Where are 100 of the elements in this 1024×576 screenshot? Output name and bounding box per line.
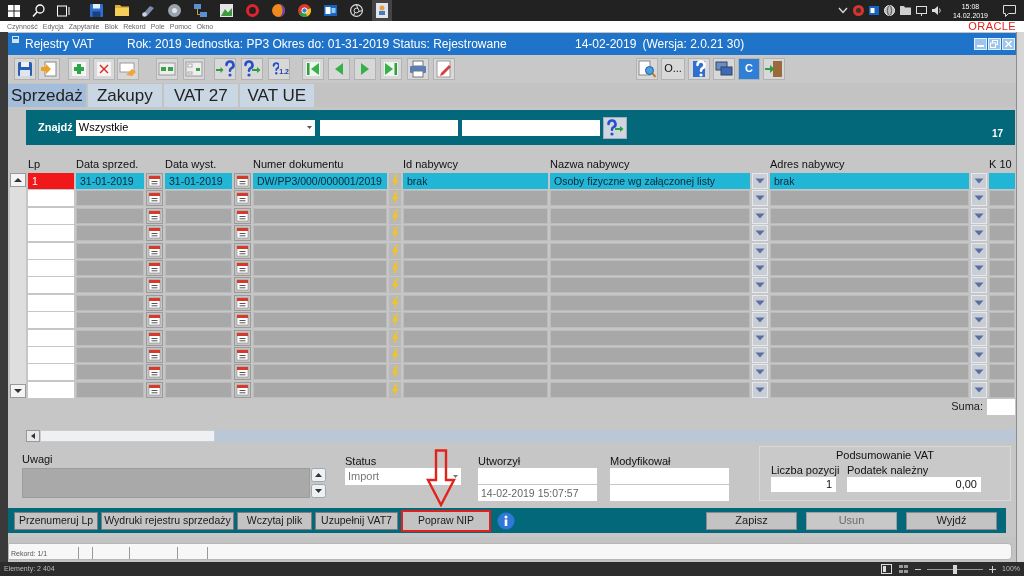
action-button[interactable]: Uzupełnij VAT7 [315, 511, 398, 530]
question-page-icon[interactable] [688, 58, 710, 80]
lightning-icon[interactable] [389, 329, 401, 346]
picture-icon[interactable] [219, 4, 233, 17]
search-icon[interactable] [32, 4, 45, 17]
issue-date-field[interactable] [165, 294, 232, 311]
calendar-icon[interactable] [234, 190, 251, 207]
document-number-field[interactable] [253, 381, 387, 398]
calendar-icon[interactable] [146, 207, 163, 224]
sale-date-field[interactable] [76, 329, 144, 346]
arrow-question-icon[interactable] [214, 58, 236, 80]
calendar-icon[interactable] [234, 207, 251, 224]
buyer-address-field[interactable] [770, 381, 969, 398]
lp-field[interactable] [28, 329, 74, 346]
buyer-name-field[interactable] [550, 225, 750, 242]
buyer-id-field[interactable] [403, 207, 548, 224]
folder-icon[interactable] [115, 5, 129, 16]
minimize-icon[interactable] [974, 38, 987, 50]
buyer-address-field[interactable] [770, 294, 969, 311]
lp-field[interactable] [28, 294, 74, 311]
buyer-address-field[interactable] [770, 312, 969, 329]
skip-back-icon[interactable] [302, 58, 324, 80]
tiles-view-icon[interactable] [898, 564, 910, 574]
lightning-icon[interactable] [389, 346, 401, 363]
document-number-field[interactable] [253, 190, 387, 207]
tab[interactable]: VAT UE [239, 84, 314, 107]
task-view-icon[interactable] [57, 4, 70, 17]
document-number-field[interactable] [253, 294, 387, 311]
action-button[interactable]: Przenumeruj Lp [14, 511, 98, 530]
buyer-id-field[interactable] [403, 312, 548, 329]
issue-date-field[interactable] [165, 277, 232, 294]
document-number-field[interactable] [253, 225, 387, 242]
brush-icon[interactable] [141, 4, 155, 17]
calendar-icon[interactable] [234, 242, 251, 259]
scroll-up-icon[interactable] [10, 173, 26, 187]
calendar-icon[interactable] [146, 294, 163, 311]
buyer-id-field[interactable] [403, 294, 548, 311]
k10-field[interactable] [989, 207, 1015, 224]
form-button[interactable]: Wyjdź [906, 511, 997, 530]
search-field[interactable] [319, 119, 458, 136]
lightning-icon[interactable] [389, 294, 401, 311]
lightning-icon[interactable] [389, 364, 401, 381]
calendar-icon[interactable] [234, 294, 251, 311]
issue-date-field[interactable] [165, 225, 232, 242]
tab[interactable]: VAT 27 [163, 84, 238, 107]
calendar-icon[interactable] [234, 259, 251, 276]
calendar-icon[interactable] [234, 329, 251, 346]
k10-field[interactable] [989, 225, 1015, 242]
sale-date-field[interactable] [76, 242, 144, 259]
slider-thumb[interactable] [953, 564, 958, 574]
calendar-icon[interactable] [234, 364, 251, 381]
floppy-icon[interactable] [89, 4, 103, 17]
shortcut-button[interactable]: C [738, 58, 760, 80]
scroll-down-icon[interactable] [311, 484, 326, 498]
calendar-icon[interactable] [234, 173, 251, 189]
filter-dropdown[interactable]: Wszystkie [75, 119, 315, 136]
lightning-icon[interactable] [389, 173, 401, 189]
sale-date-field[interactable] [76, 364, 144, 381]
lightning-icon[interactable] [389, 207, 401, 224]
buyer-name-field[interactable] [550, 346, 750, 363]
printer-icon[interactable] [407, 58, 429, 80]
table-rows-icon[interactable] [156, 58, 178, 80]
tab[interactable]: Zakupy [87, 84, 162, 107]
page-magnifier-icon[interactable] [636, 58, 658, 80]
lp-field[interactable] [28, 364, 74, 381]
lp-field[interactable] [28, 242, 74, 259]
calendar-icon[interactable] [234, 225, 251, 242]
sale-date-field[interactable] [76, 294, 144, 311]
notes-field[interactable] [22, 468, 310, 498]
buyer-id-field[interactable]: brak [403, 173, 548, 189]
lightning-icon[interactable] [389, 381, 401, 398]
buyer-id-field[interactable] [403, 242, 548, 259]
document-number-field[interactable] [253, 346, 387, 363]
buyer-id-field[interactable] [403, 381, 548, 398]
calendar-icon[interactable] [146, 346, 163, 363]
issue-date-field[interactable] [165, 346, 232, 363]
calendar-icon[interactable] [146, 225, 163, 242]
document-number-field[interactable] [253, 242, 387, 259]
issue-date-field[interactable] [165, 207, 232, 224]
sale-date-field[interactable] [76, 346, 144, 363]
tab[interactable]: Sprzedaż [8, 84, 86, 107]
action-button[interactable]: Popraw NIP [401, 509, 491, 532]
globe-icon[interactable] [271, 4, 285, 17]
issue-date-field[interactable] [165, 312, 232, 329]
buyer-address-field[interactable] [770, 207, 969, 224]
lp-field[interactable] [28, 225, 74, 242]
sale-date-field[interactable] [76, 225, 144, 242]
buyer-address-field[interactable] [770, 259, 969, 276]
lightning-icon[interactable] [389, 259, 401, 276]
eraser-icon[interactable] [117, 58, 139, 80]
ring-icon[interactable] [245, 4, 259, 17]
calendar-icon[interactable] [146, 364, 163, 381]
lightning-icon[interactable] [389, 225, 401, 242]
scroll-left-icon[interactable] [26, 430, 40, 442]
buyer-address-field[interactable] [770, 277, 969, 294]
k10-field[interactable] [989, 173, 1015, 189]
k10-field[interactable] [989, 294, 1015, 311]
globe-icon[interactable] [883, 5, 895, 16]
search-field[interactable] [461, 119, 600, 136]
sale-date-field[interactable] [76, 207, 144, 224]
